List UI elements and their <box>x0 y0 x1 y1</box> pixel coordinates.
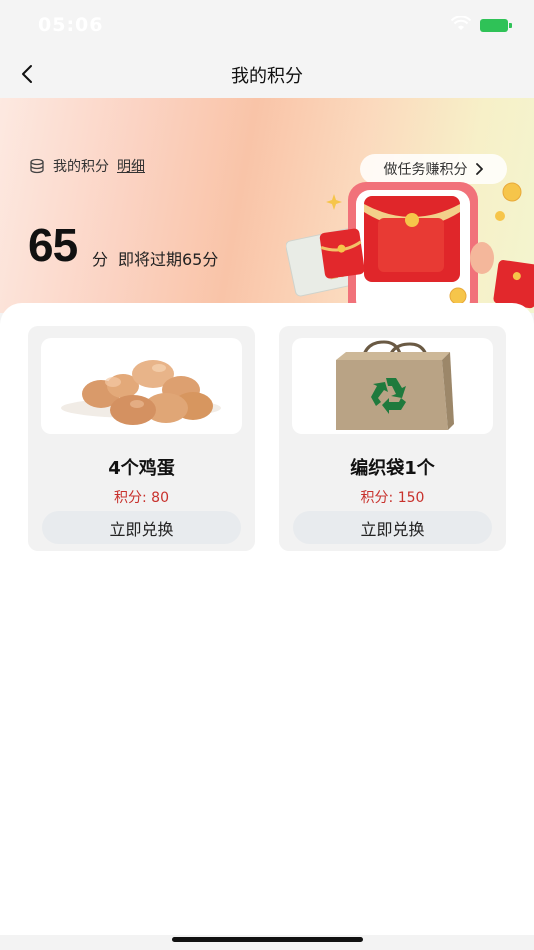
product-name: 4个鸡蛋 <box>108 458 175 479</box>
redeem-button[interactable]: 立即兑换 <box>42 511 241 544</box>
recycle-bag-icon <box>336 340 454 430</box>
eggs-image <box>41 338 242 434</box>
points-banner: 我的积分 明细 做任务赚积分 65 分 即将过期65分 10 <box>0 98 534 313</box>
points-value: 65 <box>28 219 78 271</box>
status-time: 05:06 <box>38 14 104 36</box>
coin-stack-icon <box>30 158 44 174</box>
points-row: 我的积分 明细 <box>29 156 145 176</box>
wifi-icon <box>451 16 471 30</box>
detail-link[interactable]: 明细 <box>117 156 145 176</box>
product-name: 编织袋1个 <box>350 458 435 479</box>
eggs-icon <box>61 360 221 425</box>
product-points: 积分: 80 <box>114 490 169 506</box>
points-label: 我的积分 <box>53 159 109 175</box>
product-card: 4个鸡蛋 积分: 80 立即兑换 <box>28 326 255 551</box>
status-bar: 05:06 <box>0 0 534 50</box>
product-card: 编织袋1个 积分: 150 立即兑换 <box>279 326 506 551</box>
points-unit: 分 <box>92 250 109 269</box>
red-packet-phone-illustration: 10 <box>286 182 534 313</box>
recycle-bag-image <box>292 338 493 434</box>
home-indicator[interactable] <box>172 937 363 942</box>
products-panel: 4个鸡蛋 积分: 80 立即兑换 编织袋1个 积分: 150 立即兑换 <box>0 303 534 935</box>
battery-icon <box>480 19 512 32</box>
nav-bar: 我的积分 <box>0 50 534 98</box>
product-points: 积分: 150 <box>360 490 425 506</box>
expiring-points-text: 即将过期65分 <box>118 250 219 269</box>
page-title: 我的积分 <box>231 66 303 87</box>
redeem-button[interactable]: 立即兑换 <box>293 511 492 544</box>
